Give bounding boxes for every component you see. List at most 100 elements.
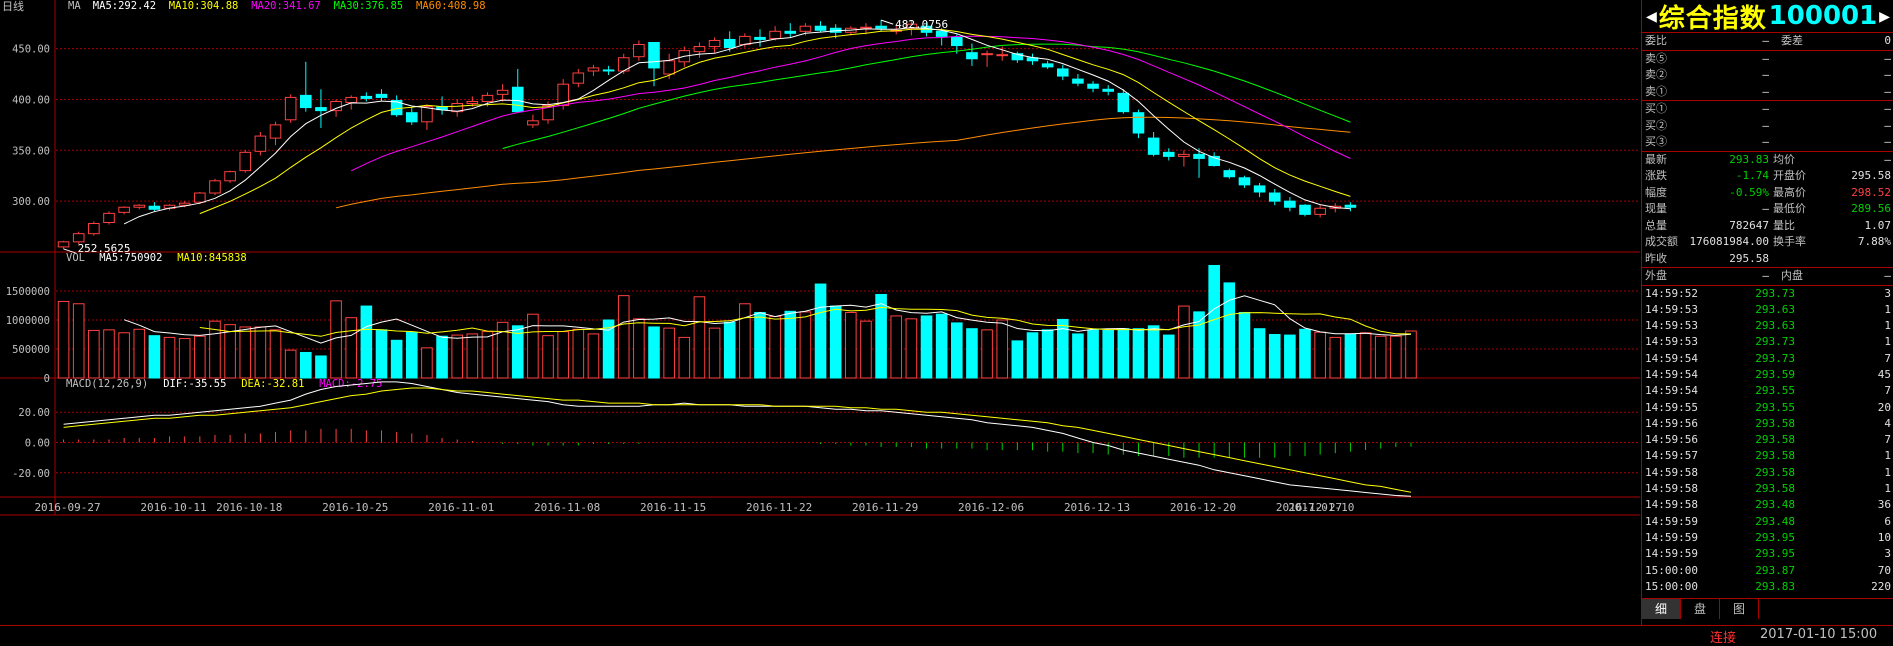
stat-value: 289.56 — [1851, 202, 1891, 215]
stat-label: 换手率 — [1773, 235, 1806, 248]
volume-bar — [860, 320, 872, 379]
tick-price: 293.73 — [1755, 286, 1795, 300]
volume-bar — [1374, 335, 1387, 379]
tick-row: 14:59:53 293.73 1 — [1642, 334, 1893, 350]
candle-body — [375, 93, 388, 98]
tick-time: 14:59:59 — [1645, 547, 1698, 561]
panel-tab[interactable]: 细 — [1642, 599, 1681, 619]
tick-volume: 1 — [1884, 335, 1891, 349]
volume-bar — [1238, 311, 1251, 379]
volume-bar — [1253, 328, 1266, 379]
tick-row: 14:59:59 293.95 3 — [1642, 546, 1893, 562]
stat-row: 昨收 295.58 — [1642, 251, 1893, 268]
tick-volume: 3 — [1884, 286, 1891, 300]
volume-bar — [1117, 328, 1130, 379]
macd-tick-label: 20.00 — [18, 407, 50, 419]
volume-bar — [194, 335, 206, 379]
tick-row: 14:59:54 293.55 7 — [1642, 383, 1893, 399]
ma-header: MA60:408.98 — [416, 0, 486, 12]
ma-header: MA20:341.67 — [251, 0, 321, 12]
tick-row: 14:59:59 293.48 6 — [1642, 514, 1893, 530]
buy-order-row: 买② — — — [1642, 118, 1893, 135]
tick-price: 293.58 — [1755, 465, 1795, 479]
stat-label — [1769, 251, 1825, 268]
candle-body — [118, 206, 130, 213]
stat-label: 成交额 — [1645, 235, 1678, 248]
candle-body — [1087, 83, 1099, 89]
volume-bar — [1178, 305, 1190, 379]
candle-body — [466, 100, 479, 105]
next-arrow-icon[interactable]: ▶ — [1879, 6, 1890, 27]
kline-chart-svg[interactable]: 日线 MA MA5:292.42 MA10:304.88 MA20:341.67 MA30… — [0, 0, 1640, 625]
macd-tick-label: -20.00 — [12, 468, 50, 480]
candle-body — [633, 44, 645, 58]
tick-time: 14:59:58 — [1645, 482, 1698, 496]
max-marker-line — [880, 19, 894, 25]
volume-bar — [1284, 334, 1296, 379]
volume-bar — [103, 329, 115, 379]
volume-tick-label: 1000000 — [6, 315, 50, 327]
panel-tab[interactable]: 图 — [1720, 599, 1759, 619]
tick-price: 293.73 — [1755, 351, 1795, 365]
tick-time: 14:59:58 — [1645, 465, 1698, 479]
volume-bar — [239, 326, 252, 379]
volume-bar — [587, 333, 600, 379]
inner-label: 内盘 — [1781, 269, 1803, 282]
price-tick-label: 400.00 — [12, 94, 50, 106]
date-tick-label: 2016-10-25 — [322, 501, 388, 514]
max-price-label: 482.0756 — [895, 18, 948, 31]
kline-chart-area[interactable]: 日线 MA MA5:292.42 MA10:304.88 MA20:341.67 MA30… — [0, 0, 1640, 625]
stat-label: 最高价 — [1773, 185, 1806, 199]
buy-order-row: 买③ — — — [1642, 134, 1893, 151]
candle-body — [572, 72, 585, 84]
candle-body — [148, 205, 161, 210]
volume-bar — [1011, 340, 1024, 379]
tick-price: 293.48 — [1755, 498, 1795, 512]
candle-body — [814, 25, 827, 31]
candle-body — [769, 30, 781, 39]
volume-bar — [148, 335, 161, 379]
tick-time: 14:59:52 — [1645, 286, 1698, 300]
tick-time: 14:59:53 — [1645, 335, 1698, 349]
date-tick-label: 2016-12-06 — [958, 501, 1024, 514]
tick-price: 293.58 — [1755, 449, 1795, 463]
volume-bar — [542, 335, 554, 379]
outer-inner-section: 外盘 — 内盘 — — [1642, 268, 1893, 286]
tick-price: 293.55 — [1755, 400, 1795, 414]
connection-status[interactable]: 连接 — [1710, 627, 1736, 646]
volume-bar — [557, 331, 569, 379]
tick-row: 14:59:56 293.58 7 — [1642, 432, 1893, 448]
stat-label: 昨收 — [1645, 251, 1667, 265]
stat-label: 现量 — [1645, 202, 1667, 215]
volume-bar — [360, 305, 373, 379]
order-volume: — — [1884, 102, 1891, 115]
candle-body — [981, 53, 993, 56]
volume-bar — [1268, 334, 1281, 379]
tick-time: 14:59:55 — [1645, 400, 1698, 414]
panel-tab[interactable]: 盘 — [1681, 599, 1720, 619]
candle-body — [1223, 170, 1236, 178]
order-volume: — — [1884, 118, 1891, 132]
volume-bar — [375, 329, 388, 379]
stat-label: 总量 — [1645, 218, 1667, 232]
stat-label: 幅度 — [1645, 185, 1667, 199]
date-tick-label: 2016-11-22 — [746, 501, 812, 514]
volume-bar — [617, 295, 630, 379]
prev-arrow-icon[interactable]: ◀ — [1646, 6, 1657, 27]
order-volume: — — [1884, 135, 1891, 148]
tick-row: 14:59:54 293.59 45 — [1642, 367, 1893, 383]
date-tick-label: 2016-12-20 — [1170, 501, 1236, 514]
tick-price: 293.63 — [1755, 302, 1795, 316]
date-tick-label: 2016-11-01 — [428, 501, 494, 514]
tick-price: 293.59 — [1755, 367, 1795, 381]
macd-header: MACD(12,26,9) — [66, 378, 148, 390]
weibi-value: — — [1762, 34, 1769, 47]
status-datetime: 2017-01-10 15:00 — [1760, 627, 1878, 642]
tick-price: 293.73 — [1755, 335, 1795, 349]
stat-value: 295.58 — [1729, 251, 1769, 265]
candle-body — [860, 26, 872, 29]
sell-order-row: 卖① — — — [1642, 84, 1893, 101]
tick-list[interactable]: 14:59:52 293.73 3 14:59:53 293.63 1 14:59:53 29… — [1642, 286, 1893, 596]
order-price: — — [1762, 51, 1769, 65]
price-tick-label: 300.00 — [12, 196, 50, 208]
